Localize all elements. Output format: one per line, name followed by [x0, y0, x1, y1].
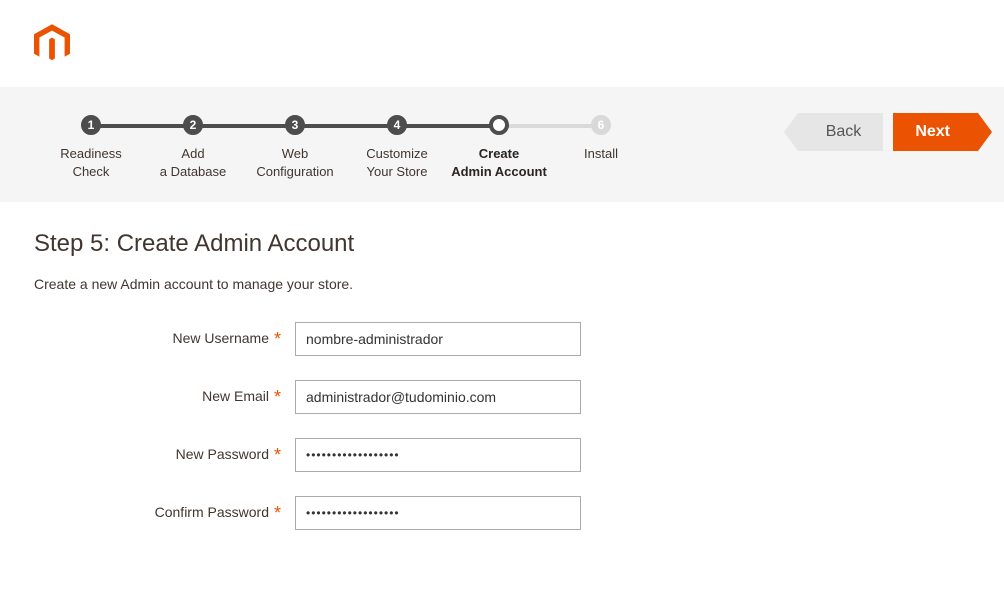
- step-6: 6 Install: [550, 115, 652, 163]
- username-label: New Username*: [34, 329, 289, 350]
- password-row: New Password*: [34, 438, 970, 472]
- step-label: CreateAdmin Account: [451, 145, 547, 180]
- step-node: 1: [81, 115, 101, 135]
- steps: 1 ReadinessCheck 2 Adda Database 3 WebConfigu…: [20, 111, 652, 180]
- confirm-label: Confirm Password*: [34, 503, 289, 524]
- nav-buttons: Back Next: [798, 111, 984, 151]
- main-content: Step 5: Create Admin Account Create a ne…: [0, 202, 1004, 530]
- step-node: 4: [387, 115, 407, 135]
- email-label: New Email*: [34, 387, 289, 408]
- page-title: Step 5: Create Admin Account: [34, 230, 970, 258]
- step-label: WebConfiguration: [256, 145, 333, 180]
- username-input[interactable]: [295, 322, 581, 356]
- step-node: 3: [285, 115, 305, 135]
- page-subtitle: Create a new Admin account to manage you…: [34, 276, 970, 292]
- email-row: New Email*: [34, 380, 970, 414]
- step-node: 6: [591, 115, 611, 135]
- back-button[interactable]: Back: [798, 113, 884, 151]
- email-input[interactable]: [295, 380, 581, 414]
- wizard-bar: 1 ReadinessCheck 2 Adda Database 3 WebConfigu…: [0, 87, 1004, 202]
- next-button[interactable]: Next: [893, 113, 978, 151]
- step-node: 2: [183, 115, 203, 135]
- step-label: ReadinessCheck: [60, 145, 121, 180]
- step-label: Adda Database: [160, 145, 227, 180]
- magento-icon: [34, 24, 70, 64]
- confirm-input[interactable]: [295, 496, 581, 530]
- password-input[interactable]: [295, 438, 581, 472]
- step-1: 1 ReadinessCheck: [40, 115, 142, 180]
- password-label: New Password*: [34, 445, 289, 466]
- step-label: CustomizeYour Store: [366, 145, 427, 180]
- step-node: 5: [489, 115, 509, 135]
- magento-logo: [0, 0, 1004, 87]
- confirm-row: Confirm Password*: [34, 496, 970, 530]
- username-row: New Username*: [34, 322, 970, 356]
- step-label: Install: [584, 145, 618, 163]
